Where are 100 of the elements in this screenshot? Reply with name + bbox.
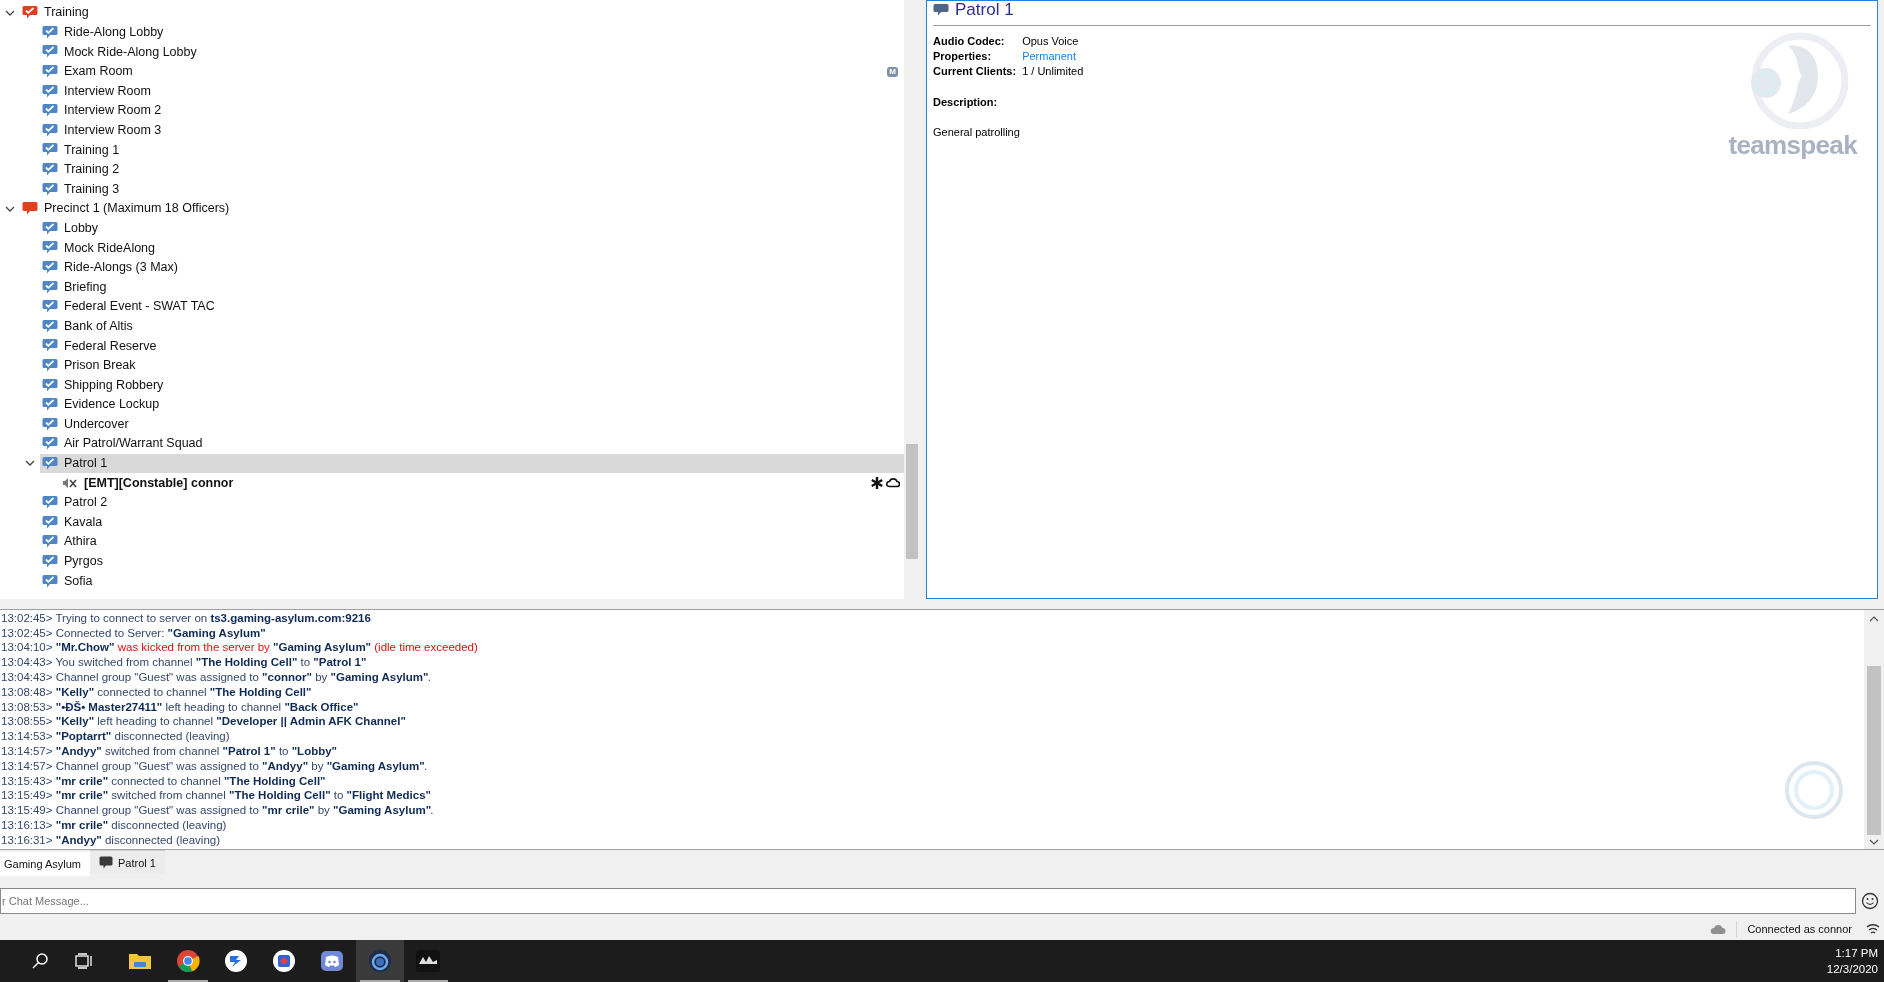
channel-row[interactable]: Prison Break xyxy=(40,355,904,376)
channel-row[interactable]: Ride-Alongs (3 Max) xyxy=(40,257,904,278)
channel-icon xyxy=(42,534,58,550)
category-icon xyxy=(22,201,38,217)
description-label: Description: xyxy=(933,95,999,110)
channel-icon xyxy=(42,338,58,354)
channel-icon xyxy=(42,573,58,589)
channel-icon xyxy=(42,181,58,197)
channel-icon xyxy=(42,220,58,236)
channel-row[interactable]: Ride-Along Lobby xyxy=(40,22,904,43)
app-icon[interactable] xyxy=(272,949,296,974)
channel-icon xyxy=(42,495,58,511)
channel-icon xyxy=(933,3,949,17)
channel-row[interactable]: Training 3 xyxy=(40,179,904,199)
headset-app-icon[interactable] xyxy=(368,949,392,974)
cloud-icon xyxy=(1710,923,1727,935)
log-line: 13:16:13> "mr crile" disconnected (leaving) xyxy=(0,817,228,833)
field-label: Properties: xyxy=(933,49,993,64)
channel-row[interactable]: Athira xyxy=(40,532,904,552)
channel-icon xyxy=(99,856,114,870)
channel-row[interactable]: Kavala xyxy=(40,512,904,533)
channel-icon xyxy=(42,299,58,315)
log-line: 13:15:43> "mr crile" connected to channel "The Holding Cell" xyxy=(0,773,327,789)
asterisk-icon xyxy=(870,476,884,491)
logo-text: teamspeak xyxy=(1728,131,1857,159)
app-icon[interactable] xyxy=(224,949,248,974)
channel-icon xyxy=(42,397,58,413)
channel-row[interactable]: Pyrgos xyxy=(40,551,904,572)
channel-row[interactable]: Exam Room M xyxy=(40,61,904,82)
log-line: 13:02:45> Connected to Server: "Gaming Asylum" xyxy=(0,625,267,641)
connection-status: Connected as connor xyxy=(1747,921,1852,937)
channel-icon xyxy=(42,377,58,393)
search-icon[interactable] xyxy=(31,952,49,971)
game-controller-icon[interactable] xyxy=(320,950,344,973)
log-line: 13:04:10> "Mr.Chow" was kicked from the server by "Gaming Asylum" (idle time exceeded) xyxy=(0,640,479,656)
field-label: Current Clients: xyxy=(933,64,1017,79)
browser-icon[interactable] xyxy=(176,949,200,974)
channel-row[interactable]: Bank of Altis xyxy=(40,316,904,337)
log-line: 13:14:57> Channel group "Guest" was assigned to "Andyy" by "Gaming Asylum". xyxy=(0,758,429,774)
channel-icon xyxy=(42,279,58,295)
channel-row[interactable]: Lobby xyxy=(40,218,904,239)
channel-icon xyxy=(42,436,58,452)
channel-row[interactable]: Evidence Lockup xyxy=(40,394,904,415)
emoji-icon[interactable] xyxy=(1861,892,1879,911)
channel-row[interactable]: Air Patrol/Warrant Squad xyxy=(40,434,904,454)
channel-row[interactable]: Federal Event - SWAT TAC xyxy=(40,296,904,317)
channel-icon xyxy=(42,260,58,275)
game-icon[interactable] xyxy=(415,949,441,974)
channel-row[interactable]: Undercover xyxy=(40,414,904,435)
channel-row[interactable]: Training 1 xyxy=(40,140,904,160)
category-icon xyxy=(22,5,38,21)
field-value: Opus Voice xyxy=(1022,34,1079,49)
folder-icon[interactable] xyxy=(128,951,152,972)
channel-icon xyxy=(42,240,58,256)
channel-row[interactable]: Mock Ride-Along Lobby xyxy=(40,42,904,62)
client-row[interactable]: [EMT][Constable] connor xyxy=(60,473,904,493)
channel-row[interactable]: Interview Room xyxy=(40,81,904,101)
headset-watermark-icon xyxy=(1784,759,1844,820)
properties-link[interactable]: Permanent xyxy=(1022,49,1076,64)
log-line: 13:16:31> "Andyy" disconnected (leaving) xyxy=(0,832,222,848)
clock-date: 12/3/2020 xyxy=(1826,962,1878,978)
channel-icon xyxy=(42,83,58,99)
log-line: 13:04:43> You switched from channel "The Holding Cell" to "Patrol 1" xyxy=(0,655,368,670)
channel-title: Patrol 1 xyxy=(955,1,1014,20)
channel-icon xyxy=(42,122,58,138)
channel-row[interactable]: Training xyxy=(20,3,904,23)
channel-row[interactable]: Mock RideAlong xyxy=(40,238,904,258)
task-view-icon[interactable] xyxy=(75,953,93,970)
channel-icon xyxy=(42,64,58,80)
log-line: 13:08:53> "•ĐŠ• Master27411" left heading to channel "Back Office" xyxy=(0,699,360,715)
log-line: 13:14:57> "Andyy" switched from channel "Patrol 1" to "Lobby" xyxy=(0,743,339,759)
chat-tab[interactable]: Gaming Asylum xyxy=(0,852,90,877)
channel-row[interactable]: Briefing xyxy=(40,277,904,297)
channel-row[interactable]: Patrol 2 xyxy=(40,492,904,513)
chat-tab[interactable]: Patrol 1 xyxy=(90,850,165,875)
cloud-icon xyxy=(886,478,900,489)
scrollbar[interactable] xyxy=(1864,609,1884,850)
channel-row[interactable]: Interview Room 2 xyxy=(40,100,904,121)
channel-icon xyxy=(42,455,58,471)
field-value: 1 / Unlimited xyxy=(1022,64,1084,79)
channel-icon xyxy=(42,514,58,530)
description-text: General patrolling xyxy=(933,124,1021,140)
channel-row[interactable]: Sofia xyxy=(40,571,904,591)
taskbar-app[interactable] xyxy=(356,940,404,982)
moderated-badge: M xyxy=(887,66,898,77)
channel-row[interactable]: Federal Reserve xyxy=(40,336,904,356)
channel-icon xyxy=(42,162,58,178)
channel-row[interactable]: Interview Room 3 xyxy=(40,120,904,141)
log-line: 13:08:55> "Kelly" left heading to channel "Developer || Admin AFK Channel" xyxy=(0,714,407,730)
channel-row[interactable]: Precinct 1 (Maximum 18 Officers) xyxy=(20,198,904,219)
field-label: Audio Codec: xyxy=(933,34,1006,49)
log-line: 13:15:49> "mr crile" switched from channel "The Holding Cell" to "Flight Medics" xyxy=(0,788,432,804)
channel-row[interactable]: Patrol 1 xyxy=(40,453,904,474)
channel-icon xyxy=(42,553,58,569)
log-line: 13:02:45> Trying to connect to server on ts3.gaming-asylum.com:9216 xyxy=(0,610,372,626)
channel-row[interactable]: Training 2 xyxy=(40,159,904,180)
chat-input[interactable]: r Chat Message... xyxy=(0,888,1856,915)
channel-icon xyxy=(42,318,58,334)
channel-row[interactable]: Shipping Robbery xyxy=(40,375,904,395)
channel-icon xyxy=(42,44,58,60)
